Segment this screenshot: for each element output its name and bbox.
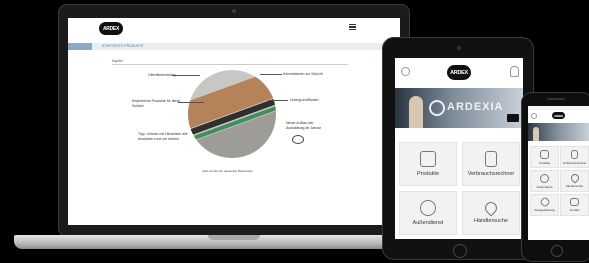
annotation-top-right: Informationen zur Schicht bbox=[283, 72, 323, 76]
laptop-camera bbox=[232, 9, 236, 13]
caption[interactable]: Jetzt suchen für passende Bestenliste bbox=[202, 169, 253, 173]
floor-layer-illustration[interactable] bbox=[188, 70, 276, 158]
location-pin-icon bbox=[568, 172, 581, 184]
laptop-notch bbox=[208, 235, 260, 240]
phone-tile-haendlersuche[interactable]: Händlersuche bbox=[560, 170, 589, 192]
tile-label: Verlegeanleitung bbox=[534, 208, 555, 212]
tile-label: Händlersuche bbox=[565, 184, 584, 188]
breadcrumb-accent bbox=[68, 43, 92, 50]
tile-label: Außendienst bbox=[536, 184, 553, 189]
breadcrumb[interactable]: STARTSEITE PRODUKTE bbox=[102, 44, 144, 48]
promo-banner[interactable]: ARDEXIA bbox=[395, 88, 523, 128]
annotation-line bbox=[178, 102, 204, 103]
banner-logo-icon bbox=[429, 100, 445, 116]
tile-label: Verbrauchsrechner bbox=[562, 160, 587, 165]
annotation-line bbox=[172, 75, 200, 76]
presenter-figure bbox=[533, 127, 539, 141]
app-store-badge[interactable] bbox=[507, 114, 519, 122]
tile-produkte[interactable]: Produkte bbox=[399, 142, 457, 186]
phone-tile-produkte[interactable]: Produkte bbox=[530, 146, 559, 168]
laptop-screen: ARDEX STARTSEITE PRODUKTE Kapitel Oberfl… bbox=[68, 18, 400, 225]
tile-haendlersuche[interactable]: Händlersuche bbox=[462, 191, 520, 235]
promo-banner[interactable] bbox=[528, 123, 589, 141]
tile-verbrauchsrechner[interactable]: Verbrauchsrechner bbox=[462, 142, 520, 186]
tablet-home-button[interactable] bbox=[453, 244, 467, 258]
breadcrumb-bar: STARTSEITE PRODUKTE bbox=[68, 43, 400, 50]
annotation-mid-right: Untergrund/Boden bbox=[290, 98, 319, 102]
logo-text: ARDEX bbox=[450, 69, 468, 76]
section-label: Kapitel bbox=[112, 59, 123, 63]
tile-aussendienst[interactable]: Außendienst bbox=[399, 191, 457, 235]
phone-brand-logo[interactable]: ARDEX bbox=[552, 112, 565, 119]
annotation-line bbox=[268, 100, 288, 101]
annotation-lower-right: Neuer Aufbau der Ausstattung ab Januar bbox=[286, 121, 322, 130]
phone-tile-verbrauchsrechner[interactable]: Verbrauchsrechner bbox=[560, 146, 589, 168]
phone-tile-aussendienst[interactable]: Außendienst bbox=[530, 170, 559, 192]
guide-icon bbox=[538, 196, 551, 208]
phone-screen: ARDEX Produkte Verbrauchsrechner Außendi… bbox=[528, 106, 589, 240]
sales-rep-icon bbox=[420, 200, 436, 216]
tile-label: Verbrauchsrechner bbox=[467, 171, 515, 177]
phone-speaker bbox=[547, 98, 565, 100]
section-divider bbox=[112, 64, 348, 65]
hamburger-menu-icon[interactable] bbox=[349, 24, 356, 30]
phone-tile-verlegeanleitung[interactable]: Verlegeanleitung bbox=[530, 194, 559, 216]
tile-label: Produkte bbox=[416, 171, 439, 177]
phone-tile-kontakt[interactable]: Kontakt bbox=[560, 194, 589, 216]
calculator-icon bbox=[571, 149, 578, 159]
tile-label: Außendienst bbox=[412, 220, 444, 226]
sales-rep-icon bbox=[540, 173, 549, 183]
logo-text: ARDEX bbox=[102, 25, 119, 32]
tile-label: Produkte bbox=[538, 160, 551, 165]
search-icon[interactable] bbox=[531, 113, 537, 119]
product-icon bbox=[420, 151, 436, 167]
status-bar bbox=[528, 106, 589, 110]
user-icon[interactable] bbox=[510, 66, 519, 77]
tile-label: Händlersuche bbox=[474, 218, 508, 224]
search-icon[interactable] bbox=[401, 67, 410, 76]
banner-text: ARDEXIA bbox=[447, 101, 504, 113]
annotation-lower-left: Tipp: Zahnen mit Hinweisen alle Ansichte… bbox=[138, 132, 188, 141]
annotation-mid-left: Empfohlene Produkte für diese Schicht bbox=[132, 99, 181, 108]
tablet-camera bbox=[457, 46, 461, 50]
product-icon bbox=[540, 149, 549, 159]
tablet-brand-logo[interactable]: ARDEX bbox=[447, 65, 471, 80]
logo-text: ARDEX bbox=[553, 113, 563, 118]
phone-home-button[interactable] bbox=[551, 245, 563, 257]
tile-label: Kontakt bbox=[569, 208, 580, 212]
location-pin-icon bbox=[482, 199, 500, 217]
annotation-line bbox=[260, 74, 282, 75]
contact-icon bbox=[570, 198, 579, 206]
presenter-figure bbox=[409, 96, 423, 128]
rotate-360-icon[interactable] bbox=[292, 135, 304, 144]
calculator-icon bbox=[485, 151, 497, 167]
tablet-screen: ARDEX ARDEXIA Produkte Verbrauchsrechner… bbox=[395, 58, 523, 239]
laptop-brand-logo[interactable]: ARDEX bbox=[99, 22, 123, 35]
